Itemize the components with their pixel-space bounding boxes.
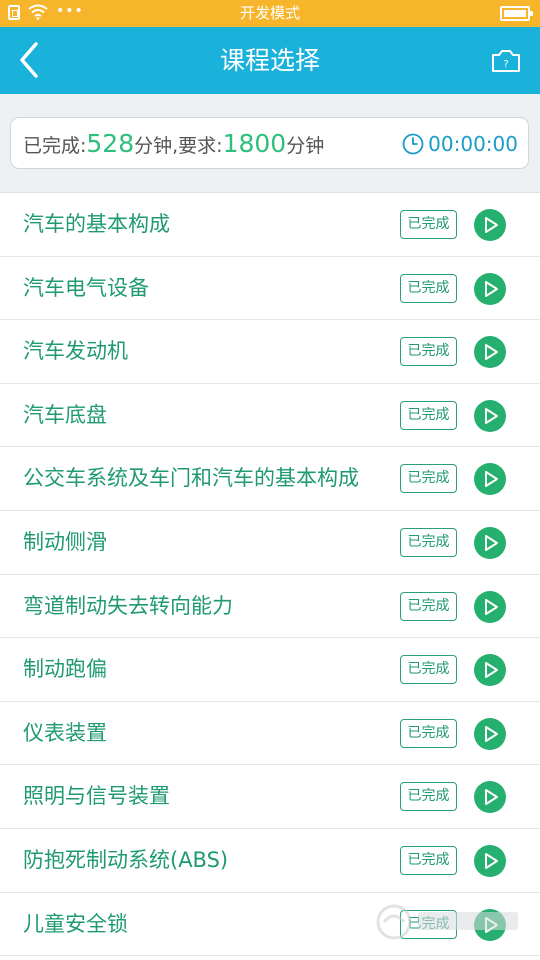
battery-area xyxy=(500,6,533,21)
course-list: 汽车的基本构成 已完成 汽车电气设备 已完成 汽车发动机 已完成 汽车底盘 已完成 公交车系统及… xyxy=(0,192,540,960)
play-icon xyxy=(485,471,498,488)
course-row[interactable]: 制动跑偏 已完成 xyxy=(0,638,540,702)
play-icon xyxy=(485,789,498,806)
course-name: 照明与信号装置 xyxy=(23,784,170,809)
completed-unit: 分钟,要求: xyxy=(134,135,223,157)
status-bar-mode-text: 开发模式 xyxy=(239,4,300,22)
play-icon xyxy=(485,280,498,297)
study-progress-text: 已完成:528分钟,要求:1800分钟 xyxy=(23,118,324,170)
clock-icon xyxy=(402,133,424,155)
battery-icon xyxy=(500,6,533,21)
completed-badge: 已完成 xyxy=(400,655,457,685)
completed-badge: 已完成 xyxy=(400,273,457,303)
course-name: 弯道制动失去转向能力 xyxy=(23,593,233,618)
course-name: 制动侧滑 xyxy=(23,529,107,554)
play-icon xyxy=(485,916,498,933)
course-row[interactable]: 弯道制动失去转向能力 已完成 xyxy=(0,574,540,639)
completed-badge: 已完成 xyxy=(400,845,457,875)
play-icon xyxy=(485,534,498,551)
play-icon xyxy=(485,662,498,679)
completed-minutes: 528 xyxy=(86,129,135,158)
course-name: 防抱死制动系统(ABS) xyxy=(23,847,229,872)
camera-icon: ? xyxy=(492,50,520,72)
study-progress-card: 已完成:528分钟,要求:1800分钟 00:00:00 xyxy=(10,117,529,169)
completed-badge: 已完成 xyxy=(400,782,457,812)
play-button[interactable] xyxy=(474,781,506,814)
header-bar: 课程选择 ? xyxy=(0,27,540,94)
play-button[interactable] xyxy=(474,654,506,687)
play-button[interactable] xyxy=(474,590,506,623)
course-row[interactable]: 防抱死制动系统(ABS) 已完成 xyxy=(0,828,540,893)
course-row[interactable]: 儿童安全锁 已完成 xyxy=(0,892,540,957)
course-row[interactable]: 公交车系统及车门和汽车的基本构成 已完成 xyxy=(0,447,540,511)
timer: 00:00:00 xyxy=(402,118,518,170)
play-button[interactable] xyxy=(474,463,506,496)
camera-button[interactable]: ? xyxy=(490,47,522,75)
course-name: 儿童安全锁 xyxy=(23,911,128,936)
play-button[interactable] xyxy=(474,336,506,369)
course-name: 汽车的基本构成 xyxy=(23,212,170,236)
page-title: 课程选择 xyxy=(219,46,320,75)
completed-badge: 已完成 xyxy=(400,210,457,239)
play-icon xyxy=(485,725,498,742)
course-row[interactable]: 汽车的基本构成 已完成 xyxy=(0,193,540,257)
course-name: 公交车系统及车门和汽车的基本构成 xyxy=(23,466,359,491)
course-row[interactable]: 制动侧滑 已完成 xyxy=(0,510,540,575)
course-name: 汽车底盘 xyxy=(23,402,107,427)
completed-badge: 已完成 xyxy=(400,337,457,367)
play-button[interactable] xyxy=(474,717,506,750)
play-icon xyxy=(485,598,498,615)
play-icon xyxy=(485,217,498,233)
course-row[interactable]: 仪表装置 已完成 xyxy=(0,701,540,766)
completed-badge: 已完成 xyxy=(400,718,457,748)
timer-value: 00:00:00 xyxy=(428,132,518,156)
play-icon xyxy=(485,852,498,869)
play-button[interactable] xyxy=(474,272,506,305)
required-unit: 分钟 xyxy=(286,135,325,157)
course-name: 制动跑偏 xyxy=(23,657,107,682)
play-button[interactable] xyxy=(474,844,506,877)
required-minutes: 1800 xyxy=(222,129,287,158)
completed-label: 已完成: xyxy=(23,135,87,157)
play-button[interactable] xyxy=(474,399,506,432)
completed-badge: 已完成 xyxy=(400,909,457,939)
completed-badge: 已完成 xyxy=(400,527,457,557)
play-icon xyxy=(485,407,498,424)
course-name: 汽车电气设备 xyxy=(23,275,149,300)
course-row[interactable]: 汽车底盘 已完成 xyxy=(0,383,540,448)
course-row[interactable]: 照明与信号装置 已完成 xyxy=(0,765,540,829)
course-row[interactable]: 汽车发动机 已完成 xyxy=(0,320,540,384)
course-row[interactable]: 汽车电气设备 已完成 xyxy=(0,256,540,321)
completed-badge: 已完成 xyxy=(400,464,457,494)
play-button[interactable] xyxy=(474,209,506,241)
status-bar: ••• 开发模式 xyxy=(0,0,540,27)
course-name: 汽车发动机 xyxy=(23,339,128,364)
play-button[interactable] xyxy=(474,908,506,941)
svg-text:?: ? xyxy=(503,59,508,70)
completed-badge: 已完成 xyxy=(400,591,457,621)
completed-badge: 已完成 xyxy=(400,400,457,430)
play-icon xyxy=(485,344,498,361)
play-button[interactable] xyxy=(474,526,506,559)
course-name: 仪表装置 xyxy=(23,720,107,745)
